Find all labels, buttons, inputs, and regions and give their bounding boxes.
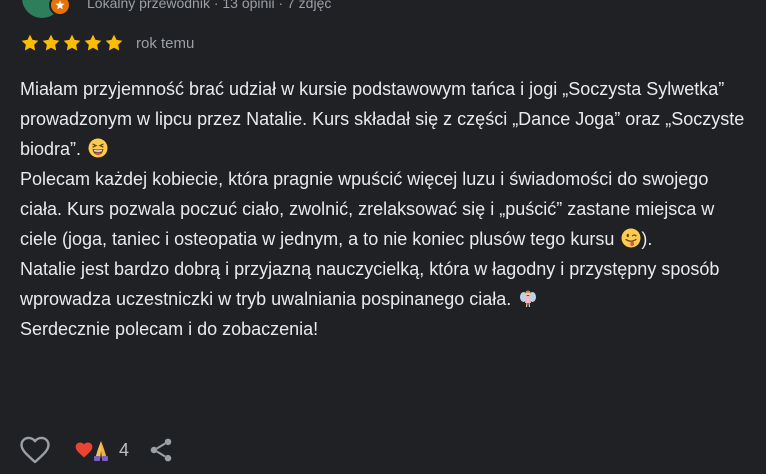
review-paragraph: Natalie jest bardzo dobrą i przyjazną na… [20, 254, 755, 314]
grinning-squinting-face-icon [88, 138, 108, 158]
fairy-icon [520, 290, 537, 308]
star-icon [63, 34, 81, 51]
star-icon [105, 34, 123, 51]
paragraph-tail: ). [641, 229, 653, 249]
winking-tongue-face-icon [621, 228, 641, 248]
paragraph-text: Miałam przyjemność brać udział w kursie … [20, 79, 745, 159]
rating-row: rok temu [20, 33, 194, 53]
reaction-count: 4 [119, 439, 130, 460]
review-text: Miałam przyjemność brać udział w kursie … [20, 74, 755, 344]
reactions-summary[interactable]: 4 [74, 439, 129, 461]
review-paragraph: Serdecznie polecam i do zobaczenia! [20, 314, 755, 344]
paragraph-text: Polecam każdej kobiecie, która pragnie w… [20, 169, 715, 249]
share-icon[interactable] [147, 436, 175, 464]
review-actions: 4 [18, 433, 175, 467]
star-icon [21, 34, 39, 51]
review-paragraph: Miałam przyjemność brać udział w kursie … [20, 74, 755, 164]
star-icon [84, 34, 102, 51]
paragraph-text: Natalie jest bardzo dobrą i przyjazną na… [20, 259, 720, 309]
star-icon [42, 34, 60, 51]
author-meta: Lokalny przewodnik · 13 opinii · 7 zdjęć [87, 0, 332, 11]
like-heart-outline-icon[interactable] [18, 433, 52, 467]
paragraph-text: Serdecznie polecam i do zobaczenia! [20, 319, 319, 339]
local-guide-badge-icon [49, 0, 71, 16]
review-paragraph: Polecam każdej kobiecie, która pragnie w… [20, 164, 755, 254]
review-date: rok temu [136, 34, 195, 52]
folded-hands-icon [94, 441, 108, 461]
review-card: Lokalny przewodnik · 13 opinii · 7 zdjęć… [0, 0, 766, 474]
star-rating [20, 33, 124, 53]
